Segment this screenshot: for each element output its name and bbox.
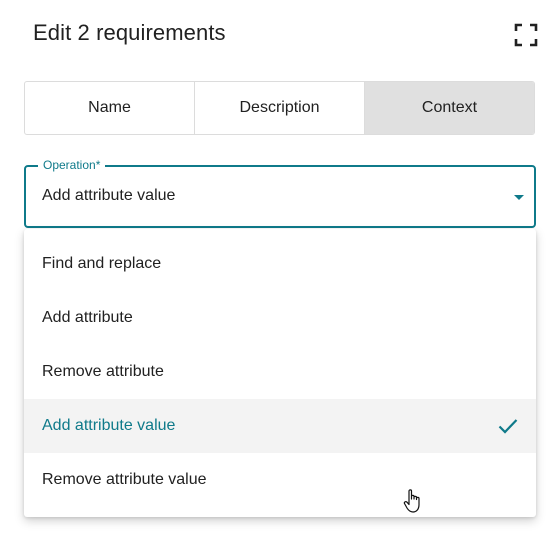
- fullscreen-button[interactable]: [513, 22, 539, 48]
- menu-item-label: Add attribute: [42, 309, 133, 326]
- menu-item-label: Remove attribute: [42, 363, 164, 380]
- checkmark-icon: [498, 419, 518, 434]
- menu-item-find-and-replace[interactable]: Find and replace: [24, 237, 536, 291]
- menu-item-add-attribute[interactable]: Add attribute: [24, 291, 536, 345]
- operation-label: Operation*: [38, 158, 106, 172]
- menu-item-label: Add attribute value: [42, 417, 176, 434]
- menu-item-add-attribute-value[interactable]: Add attribute value: [24, 399, 536, 453]
- tab-name[interactable]: Name: [25, 82, 194, 134]
- menu-item-remove-attribute[interactable]: Remove attribute: [24, 345, 536, 399]
- menu-item-remove-attribute-value[interactable]: Remove attribute value: [24, 453, 536, 507]
- menu-item-label: Find and replace: [42, 255, 162, 272]
- tab-context[interactable]: Context: [364, 82, 534, 134]
- tab-description[interactable]: Description: [194, 82, 364, 134]
- operation-value: Add attribute value: [42, 187, 176, 204]
- fullscreen-expand-icon: [514, 23, 538, 47]
- operation-dropdown-menu: Find and replace Add attribute Remove at…: [24, 229, 536, 517]
- menu-item-label: Remove attribute value: [42, 471, 207, 488]
- dialog-title: Edit 2 requirements: [33, 20, 226, 45]
- tab-bar: Name Description Context: [24, 81, 535, 135]
- dropdown-arrow-icon[interactable]: [514, 195, 524, 200]
- operation-select[interactable]: Operation* Add attribute value: [24, 158, 536, 228]
